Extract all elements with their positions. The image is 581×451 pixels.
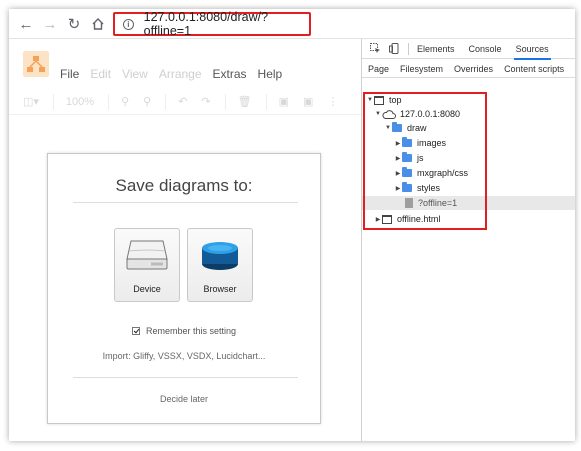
- reload-icon[interactable]: ↻: [65, 15, 83, 33]
- remember-label: Remember this setting: [145, 326, 237, 336]
- to-back-icon[interactable]: ▣: [303, 95, 313, 108]
- import-link[interactable]: Import: Gliffy, VSSX, VSDX, Lucidchart..…: [48, 351, 320, 361]
- device-label: Device: [133, 284, 161, 294]
- subtab-page[interactable]: Page: [365, 60, 392, 77]
- menu-file[interactable]: File: [60, 67, 79, 81]
- devtools-main-tabs: Elements Console Sources: [362, 39, 575, 60]
- decide-later-link[interactable]: Decide later: [48, 394, 320, 404]
- screenshot-frame: ← → ↻ i 127.0.0.1:8080/draw/?offline=1 F…: [9, 9, 575, 441]
- remember-setting: Remember this setting: [48, 326, 320, 336]
- app-toolbar: ◫▾ 100% ⚲ ⚲ ↶ ↷ 🗑 ▣ ▣ ⋮: [9, 89, 361, 115]
- zoom-out-icon[interactable]: ⚲: [143, 95, 151, 108]
- browser-toolbar: ← → ↻ i 127.0.0.1:8080/draw/?offline=1: [9, 9, 575, 39]
- redo-icon[interactable]: ↷: [201, 95, 210, 108]
- site-info-icon[interactable]: i: [123, 18, 134, 30]
- dialog-divider: [73, 377, 298, 378]
- dialog-divider: [73, 202, 298, 203]
- subtab-overrides[interactable]: Overrides: [454, 60, 493, 77]
- inspect-element-icon[interactable]: [370, 43, 381, 54]
- subtab-filesystem[interactable]: Filesystem: [400, 60, 443, 77]
- menu-help[interactable]: Help: [258, 67, 283, 81]
- hard-drive-icon: [115, 237, 179, 273]
- toolbar-divider: [52, 93, 54, 110]
- toolbar-divider: [108, 93, 110, 110]
- browser-option-button[interactable]: Browser: [187, 228, 253, 302]
- save-diagrams-dialog: Save diagrams to: Device Browser Remembe…: [47, 153, 321, 424]
- undo-icon[interactable]: ↶: [178, 95, 187, 108]
- toolbar-divider: [265, 93, 267, 110]
- more-tools-icon[interactable]: ⋮: [327, 95, 338, 108]
- panels-icon[interactable]: ◫▾: [23, 95, 39, 108]
- menu-view[interactable]: View: [122, 67, 148, 81]
- subtab-content-scripts[interactable]: Content scripts: [504, 60, 564, 77]
- tab-console[interactable]: Console: [469, 39, 502, 59]
- drawio-logo-icon: [23, 51, 49, 77]
- menu-edit[interactable]: Edit: [90, 67, 111, 81]
- to-front-icon[interactable]: ▣: [279, 95, 289, 108]
- dialog-title: Save diagrams to:: [115, 176, 253, 195]
- zoom-in-icon[interactable]: ⚲: [121, 95, 129, 108]
- remember-checkbox[interactable]: [131, 327, 140, 335]
- drawio-app: File Edit View Arrange Extras Help ◫▾ 10…: [9, 39, 361, 441]
- forward-icon[interactable]: →: [41, 15, 59, 33]
- menu-arrange[interactable]: Arrange: [159, 67, 202, 81]
- tab-divider: [408, 42, 409, 55]
- address-bar[interactable]: i 127.0.0.1:8080/draw/?offline=1: [113, 10, 311, 38]
- devtools-panel: Elements Console Sources Page Filesystem…: [361, 39, 575, 441]
- sources-sub-tabs: Page Filesystem Overrides Content script…: [362, 60, 575, 78]
- browser-label: Browser: [203, 284, 237, 294]
- menu-extras[interactable]: Extras: [213, 67, 247, 81]
- home-icon[interactable]: [89, 15, 107, 33]
- delete-icon[interactable]: 🗑: [238, 95, 252, 108]
- device-option-button[interactable]: Device: [114, 228, 180, 302]
- toolbar-divider: [165, 93, 167, 110]
- tab-sources[interactable]: Sources: [513, 39, 551, 60]
- zoom-select[interactable]: 100%: [66, 96, 94, 108]
- highlight-box: [363, 92, 487, 230]
- toolbar-divider: [224, 93, 226, 110]
- tab-elements[interactable]: Elements: [417, 39, 455, 59]
- menu-bar: File Edit View Arrange Extras Help: [60, 67, 293, 81]
- url-text: 127.0.0.1:8080/draw/?offline=1: [143, 10, 269, 38]
- database-icon: [188, 237, 252, 273]
- back-icon[interactable]: ←: [17, 15, 35, 33]
- device-toolbar-icon[interactable]: [389, 43, 400, 54]
